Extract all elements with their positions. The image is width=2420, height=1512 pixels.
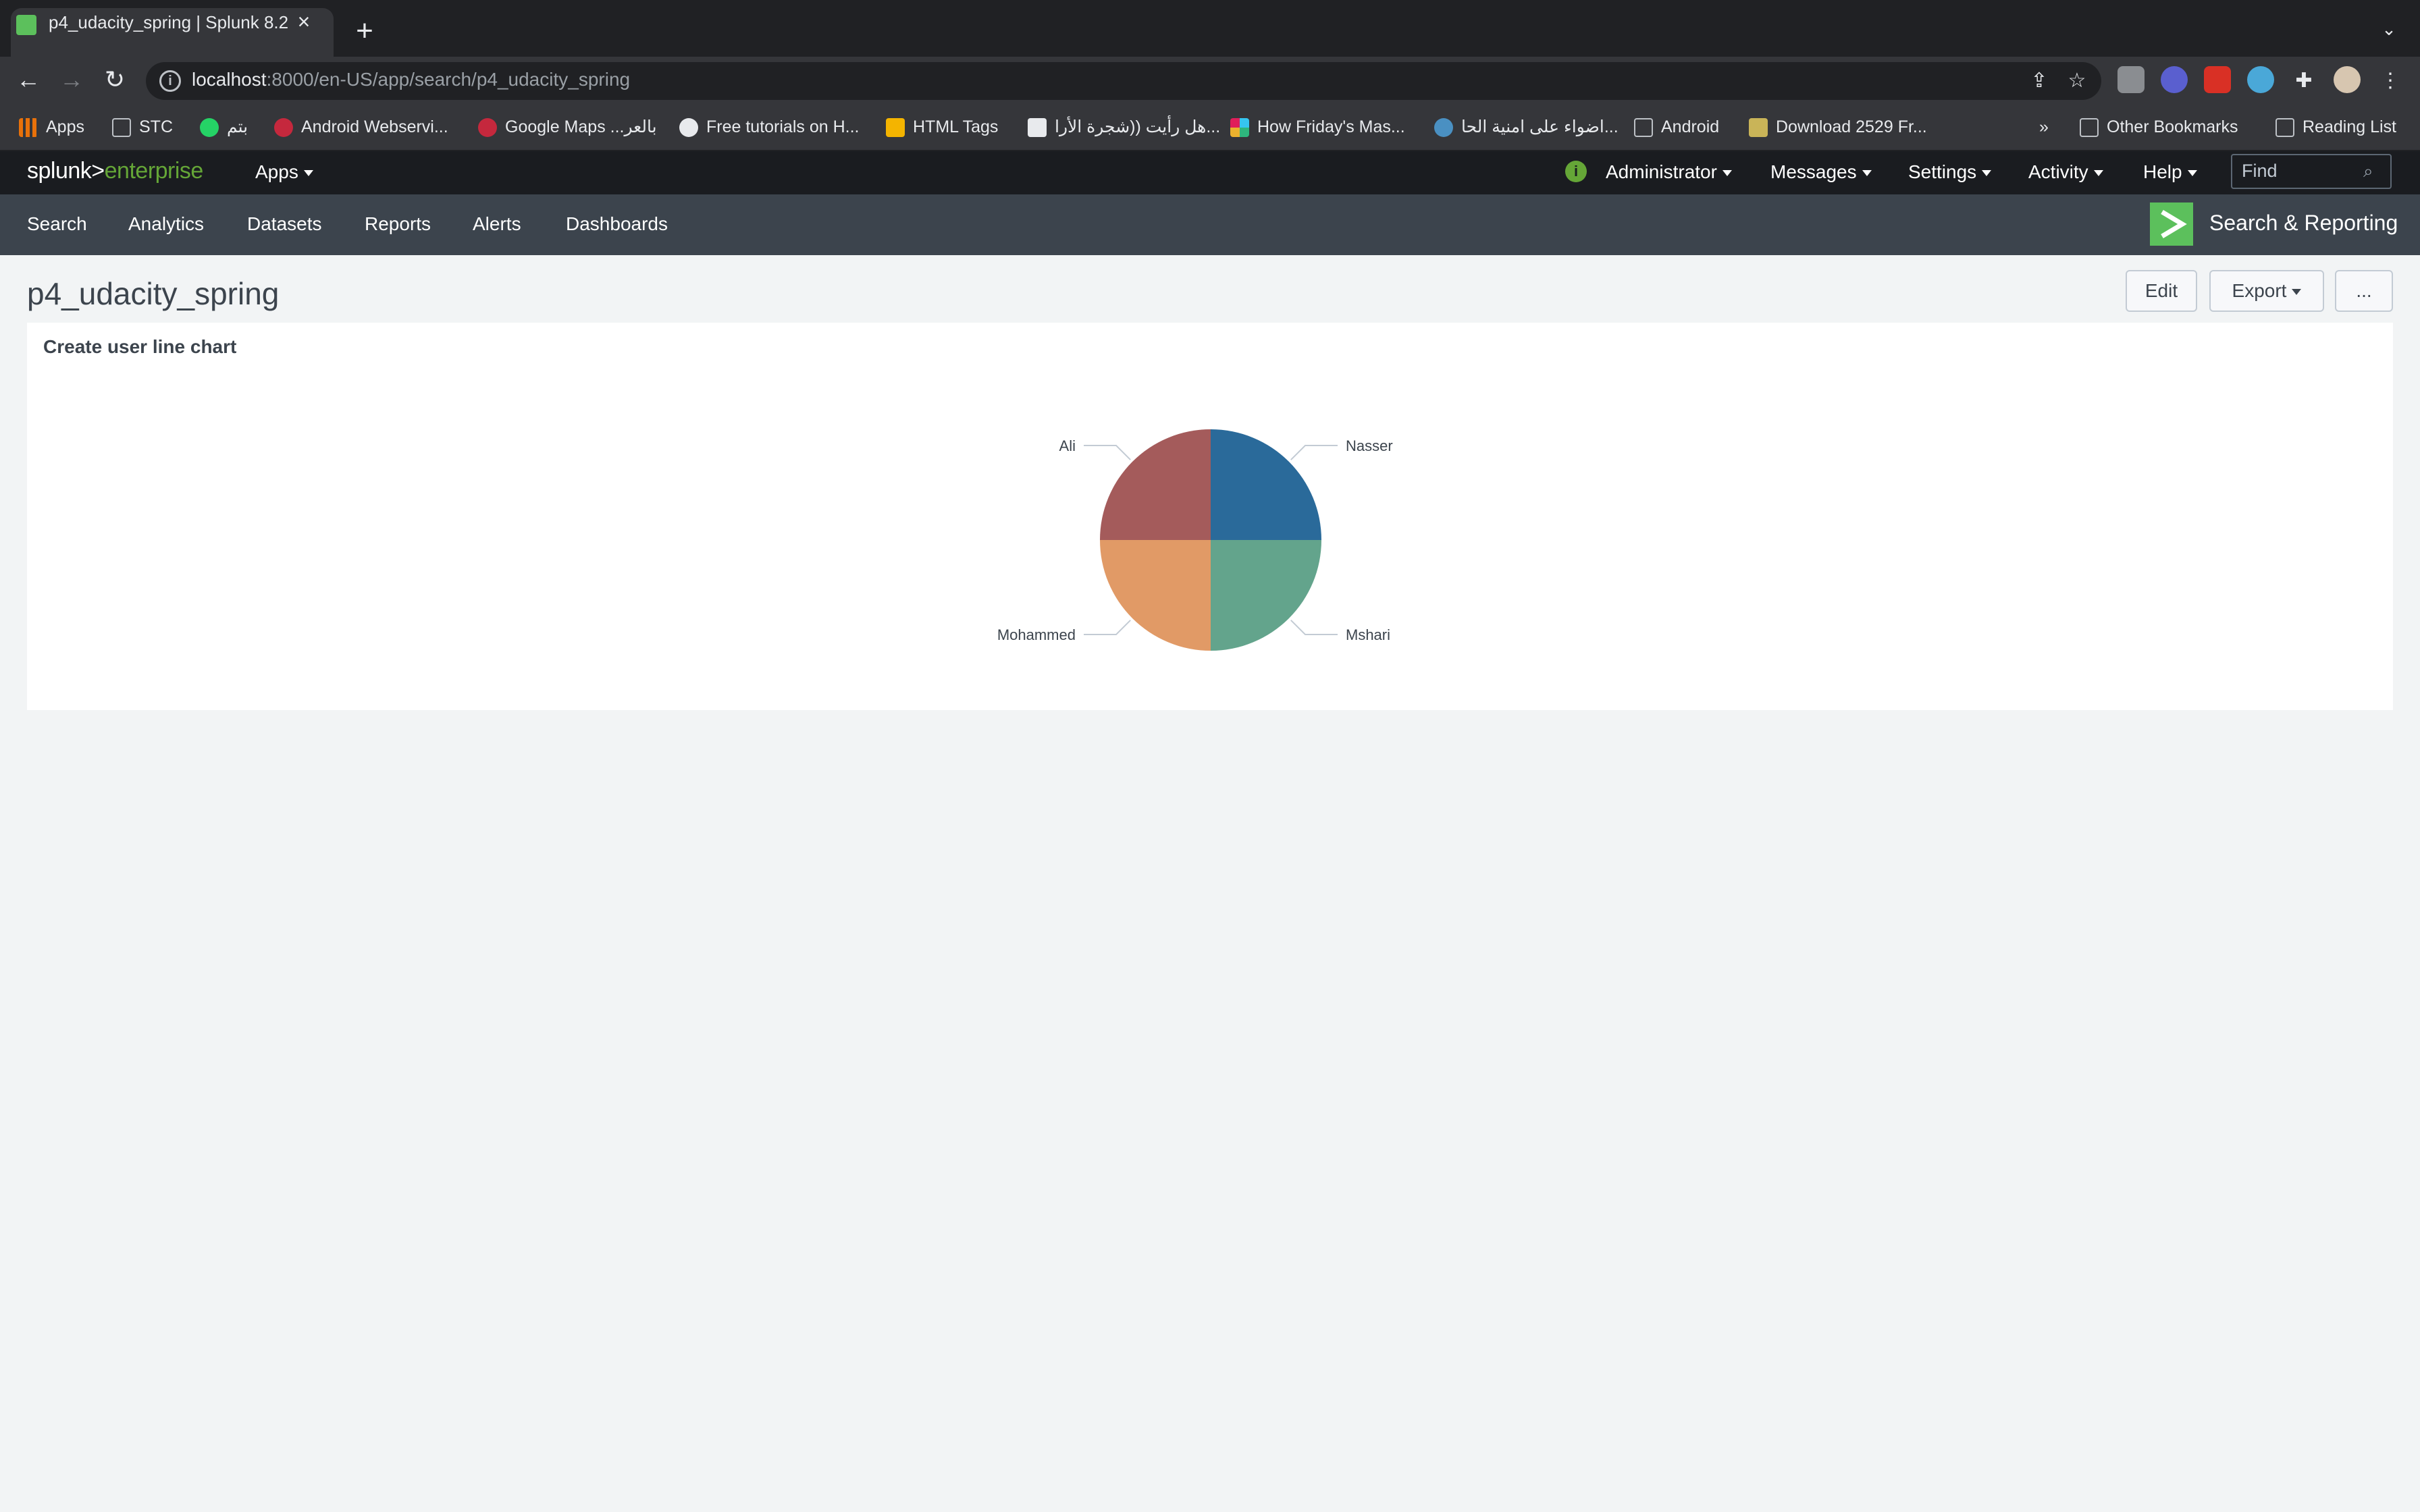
reload-icon[interactable]: ↻: [100, 65, 130, 94]
more-actions-button[interactable]: ...: [2335, 270, 2393, 312]
site-globe-icon: [1434, 118, 1453, 138]
bookmark-free-tutorials[interactable]: Free tutorials on H...: [679, 113, 859, 140]
bookmark-whatsapp[interactable]: بتم: [200, 113, 248, 140]
caret-down-icon: [1982, 170, 1992, 177]
chevron-right-icon: [2161, 209, 2187, 239]
app-name: Search & Reporting: [2209, 211, 2398, 235]
edit-button[interactable]: Edit: [2126, 270, 2197, 312]
nav-analytics[interactable]: Analytics: [128, 212, 204, 236]
dashboard-title: p4_udacity_spring: [27, 276, 280, 311]
browser-menu-icon[interactable]: ⋮: [2377, 68, 2404, 94]
slice-label-mohammed: Mohammed: [997, 626, 1076, 643]
caret-down-icon: [2093, 170, 2103, 177]
extension-b-icon[interactable]: [2161, 66, 2188, 93]
site-h-icon: [274, 118, 293, 138]
nav-reports[interactable]: Reports: [365, 212, 431, 236]
find-placeholder: Find: [2242, 161, 2278, 181]
tab-close-icon[interactable]: ×: [292, 9, 316, 34]
url-host: localhost: [192, 69, 267, 90]
html-tags-icon: [886, 118, 905, 138]
nav-datasets[interactable]: Datasets: [247, 212, 322, 236]
slice-label-nasser: Nasser: [1346, 437, 1393, 454]
nav-alerts[interactable]: Alerts: [473, 212, 521, 236]
pie-chart[interactable]: Nasser Mshari Mohammed Ali: [945, 378, 1485, 675]
tab-search-chevron-icon[interactable]: ⌄: [2377, 19, 2401, 43]
messages-menu[interactable]: Messages: [1770, 161, 1872, 184]
leader-line-mohammed: [1083, 620, 1131, 636]
profile-avatar[interactable]: [2334, 66, 2361, 93]
folder-icon: [2080, 118, 2099, 138]
folder-icon: [1634, 118, 1653, 138]
bookmark-google-maps[interactable]: Google Maps ...بالعر: [478, 113, 657, 140]
extension-a-icon[interactable]: [2118, 66, 2145, 93]
slice-label-mshari: Mshari: [1346, 626, 1390, 643]
other-bookmarks[interactable]: Other Bookmarks: [2080, 113, 2238, 140]
bookmark-arabic-security[interactable]: اضواء على امنية الحا...: [1434, 113, 1619, 140]
nav-dashboards[interactable]: Dashboards: [566, 212, 668, 236]
bookmark-download[interactable]: Download 2529 Fr...: [1749, 113, 1927, 140]
search-app-icon: [2150, 202, 2193, 246]
tab-title: p4_udacity_spring | Splunk 8.2: [49, 12, 289, 32]
back-arrow-icon[interactable]: ←: [14, 65, 43, 94]
url-text[interactable]: localhost:8000/en-US/app/search/p4_udaci…: [192, 69, 630, 90]
reading-list-icon: [2276, 118, 2294, 138]
bookmark-html-tags[interactable]: HTML Tags: [886, 113, 998, 140]
leader-line-ali: [1083, 444, 1131, 460]
wordpress-icon: [1028, 118, 1047, 138]
extension-c-icon[interactable]: [2204, 66, 2231, 93]
caret-down-icon: [2292, 289, 2302, 296]
reading-list[interactable]: Reading List: [2276, 113, 2396, 140]
bookmark-how-friday[interactable]: How Friday's Mas...: [1230, 113, 1405, 140]
splunk-favicon-icon: [16, 15, 36, 35]
search-icon: ⌕: [2363, 161, 2373, 181]
app-nav-bar: [0, 194, 2420, 255]
export-button[interactable]: Export: [2209, 270, 2324, 312]
activity-menu[interactable]: Activity: [2028, 161, 2103, 184]
download-site-icon: [1749, 118, 1768, 138]
folder-icon: [112, 118, 131, 138]
extensions-puzzle-icon[interactable]: ✚: [2290, 68, 2317, 94]
apps-menu[interactable]: Apps: [255, 161, 313, 184]
whatsapp-icon: [200, 118, 219, 138]
bookmark-arabic-article[interactable]: هل رأيت ((شجرة الأرا...: [1028, 113, 1220, 140]
slack-icon: [1230, 118, 1249, 138]
splunk-logo[interactable]: splunk>enterprise: [27, 158, 203, 184]
panel-title: Create user line chart: [43, 336, 237, 357]
apps-grid-icon: [19, 118, 38, 138]
share-icon[interactable]: ⇪: [2026, 68, 2053, 94]
caret-down-icon: [2187, 170, 2197, 177]
caret-down-icon: [1722, 170, 1732, 177]
bookmarks-overflow-button[interactable]: »: [2039, 113, 2049, 140]
leader-line-mshari: [1290, 620, 1338, 636]
site-info-icon[interactable]: i: [159, 70, 181, 92]
slice-label-ali: Ali: [1059, 437, 1076, 454]
caret-down-icon: [1862, 170, 1872, 177]
bookmark-android-webservices[interactable]: Android Webservi...: [274, 113, 448, 140]
bookmark-android-folder[interactable]: Android: [1634, 113, 1719, 140]
site-h-icon: [478, 118, 497, 138]
bookmark-apps[interactable]: Apps: [19, 113, 84, 140]
bookmark-stc[interactable]: STC: [112, 113, 173, 140]
bookmark-star-icon[interactable]: ☆: [2063, 68, 2090, 94]
forward-arrow-icon[interactable]: →: [57, 65, 86, 94]
nav-search[interactable]: Search: [27, 212, 87, 236]
caret-down-icon: [303, 170, 313, 177]
new-tab-button[interactable]: +: [350, 16, 379, 46]
user-menu[interactable]: Administrator: [1606, 161, 1732, 184]
help-menu[interactable]: Help: [2143, 161, 2197, 184]
globe-icon: [679, 118, 698, 138]
react-extension-icon[interactable]: [2247, 66, 2274, 93]
health-status-icon[interactable]: i: [1565, 161, 1587, 182]
url-path: :8000/en-US/app/search/p4_udacity_spring: [266, 69, 631, 90]
leader-line-nasser: [1290, 444, 1338, 460]
settings-menu[interactable]: Settings: [1908, 161, 1992, 184]
